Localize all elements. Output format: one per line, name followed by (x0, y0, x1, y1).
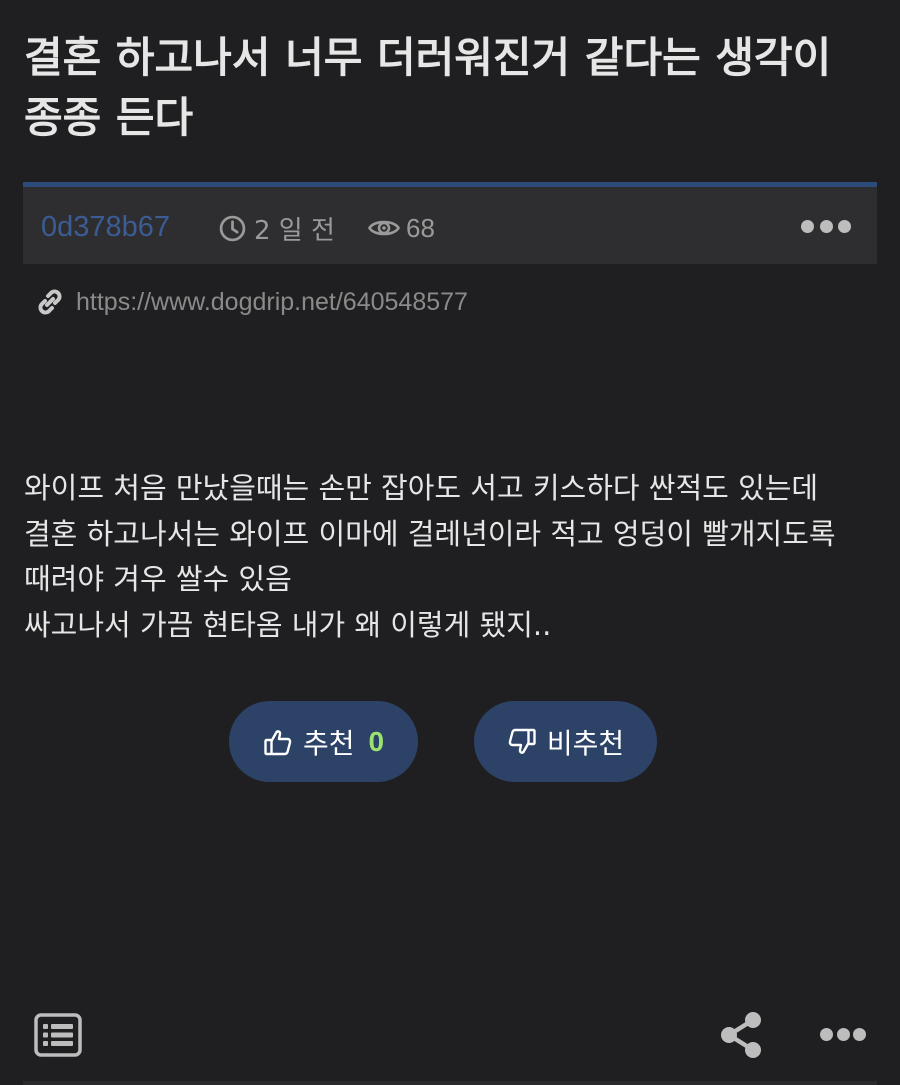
share-button[interactable] (718, 1010, 764, 1060)
more-dot (838, 219, 851, 233)
post-meta-bar: 0d378b67 2 일 전 68 (23, 182, 877, 264)
clock-icon (219, 215, 246, 241)
downvote-label: 비추천 (546, 726, 625, 760)
upvote-label: 추천 (302, 726, 355, 760)
list-button[interactable] (34, 1013, 82, 1057)
post-permalink[interactable]: https://www.dogdrip.net/640548577 (34, 282, 468, 322)
more-dot (853, 1027, 866, 1041)
post-url[interactable]: https://www.dogdrip.net/640548577 (76, 288, 468, 317)
post-body: 와이프 처음 만났을때는 손만 잡아도 서고 키스하다 싼적도 있는데 결혼 하… (24, 466, 884, 648)
post-body-line: 때려야 겨우 쌀수 있음 (24, 562, 292, 596)
more-options-button[interactable] (801, 213, 851, 239)
bottom-divider (23, 1081, 877, 1085)
eye-icon (368, 220, 400, 236)
post-time: 2 일 전 (219, 211, 335, 246)
more-dot (819, 219, 833, 233)
bottom-more-button[interactable] (820, 1022, 866, 1046)
view-count: 68 (368, 211, 435, 245)
upvote-count: 0 (368, 725, 385, 757)
post-title: 결혼 하고나서 너무 더러워진거 같다는 생각이 종종 든다 (24, 33, 832, 142)
post-body-line: 와이프 처음 만났을때는 손만 잡아도 서고 키스하다 싼적도 있는데 (24, 471, 819, 505)
post-body-line: 결혼 하고나서는 와이프 이마에 걸레년이라 적고 엉덩이 빨개지도록 (24, 516, 836, 551)
author-name[interactable]: 0d378b67 (41, 209, 170, 245)
more-dots-icon (801, 219, 814, 233)
thumbs-up-icon (264, 729, 292, 755)
post-time-text: 2 일 전 (254, 215, 335, 246)
list-icon (34, 1013, 82, 1057)
share-icon (721, 1012, 761, 1058)
more-dots-icon (820, 1027, 833, 1041)
thumbs-down-icon (508, 728, 536, 754)
link-icon (38, 289, 62, 315)
more-dot (836, 1027, 850, 1041)
post-body-line: 싸고나서 가끔 현타옴 내가 왜 이렇게 됐지.. (24, 607, 552, 642)
downvote-button[interactable]: 비추천 (474, 701, 657, 782)
view-count-text: 68 (406, 212, 435, 243)
upvote-button[interactable]: 추천 0 (229, 701, 418, 782)
